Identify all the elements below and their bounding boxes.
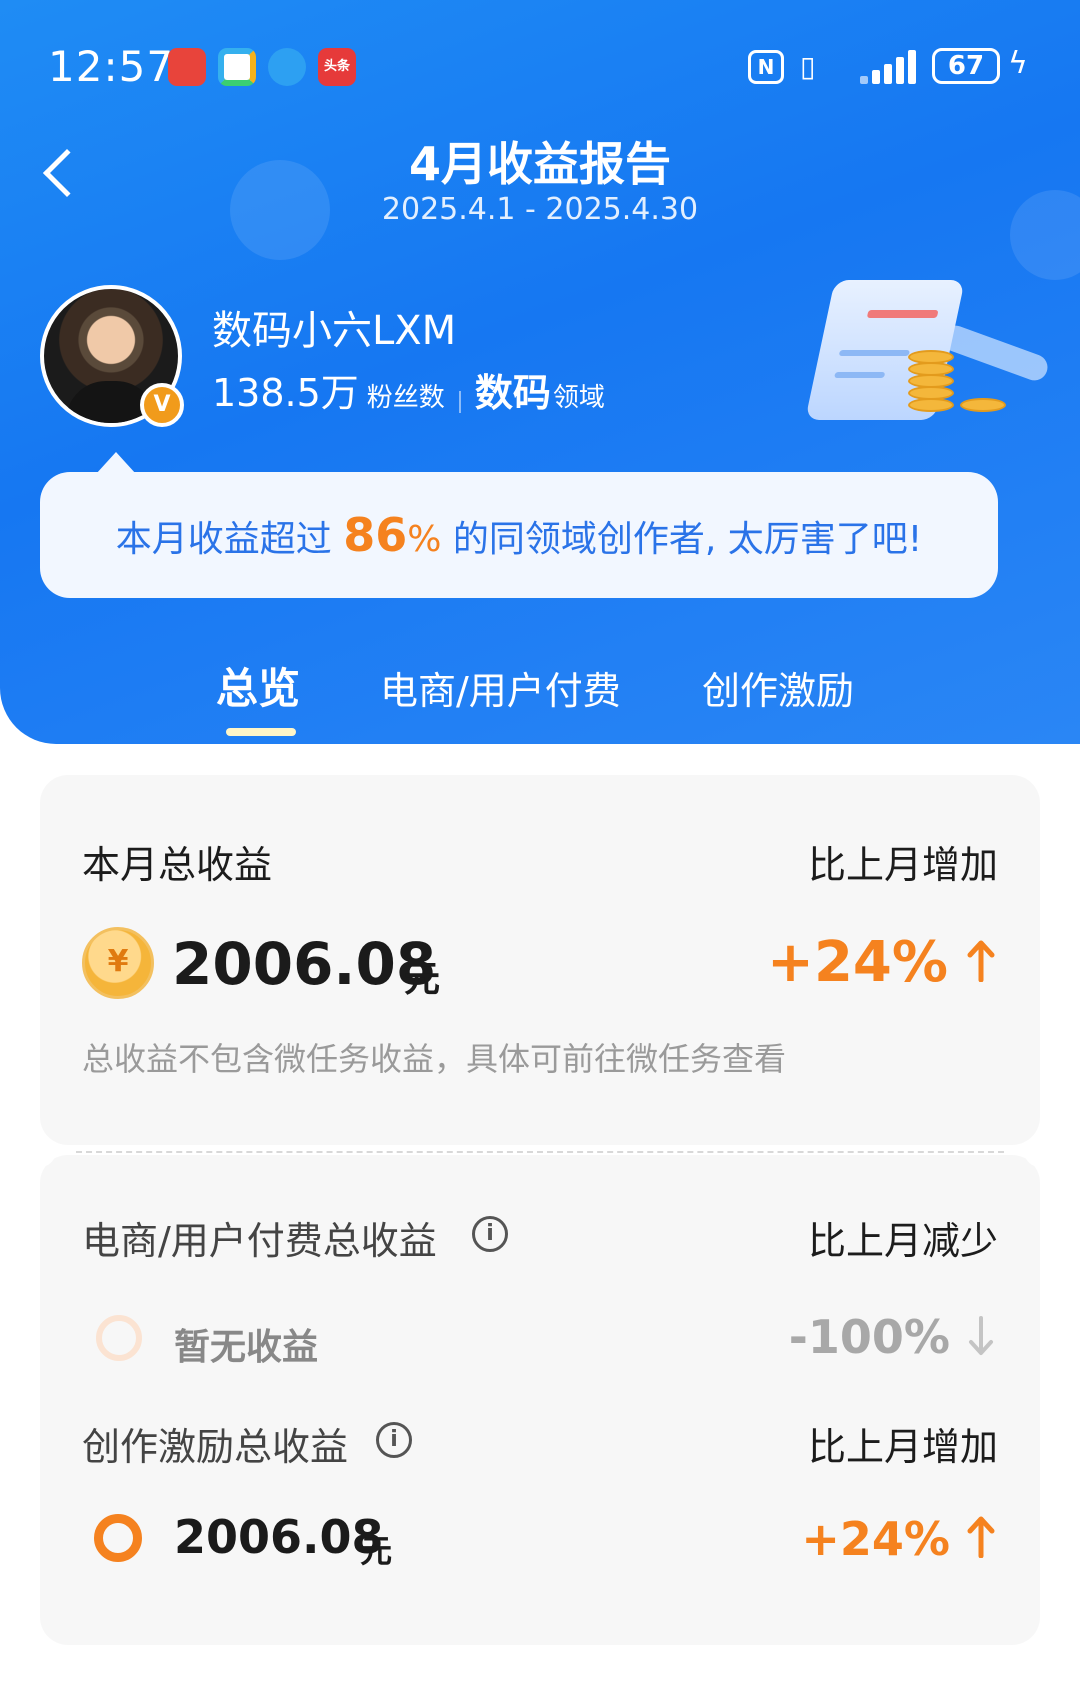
charging-icon: ϟ	[1008, 46, 1028, 81]
total-income-label: 本月总收益	[82, 843, 273, 887]
incentive-income-label: 创作激励总收益	[82, 1425, 349, 1469]
missed-call-icon	[168, 48, 206, 86]
verified-badge-icon: V	[140, 383, 184, 427]
creator-name: 数码小六LXM	[212, 308, 457, 354]
nfc-icon: N	[748, 50, 784, 84]
battery-icon: 67	[932, 48, 1000, 84]
incentive-delta: +24%	[801, 1512, 950, 1566]
tab-ecommerce[interactable]: 电商/用户付费	[380, 660, 621, 715]
receipt-illustration	[790, 280, 1052, 430]
active-tab-indicator	[226, 728, 296, 736]
info-icon[interactable]: i	[472, 1216, 508, 1252]
divider	[76, 1151, 1004, 1153]
domain-label: 领域	[552, 383, 605, 413]
toutiao-icon: 头条	[318, 48, 356, 86]
incentive-compare-label: 比上月增加	[807, 1425, 998, 1469]
total-unit: 元	[404, 959, 441, 1000]
total-delta: +24%	[767, 930, 948, 995]
no-income-text: 暂无收益	[174, 1327, 319, 1368]
app-store-icon	[218, 48, 256, 86]
ranking-percent: 86	[343, 508, 408, 562]
vibrate-icon: ▯	[800, 50, 816, 83]
fans-count: 138.5万	[212, 371, 359, 415]
ecommerce-delta: -100%	[788, 1310, 950, 1364]
creator-stats: 138.5万 粉丝数 数码领域	[212, 362, 605, 417]
status-bar: 12:57 头条 N ▯ 67 ϟ	[0, 38, 1080, 98]
domain-value: 数码	[474, 371, 551, 415]
ecommerce-income-label: 电商/用户付费总收益	[82, 1219, 437, 1263]
arrow-up-icon	[967, 1516, 995, 1558]
incentive-ring-icon	[94, 1514, 142, 1562]
yuan-coin-icon: ¥	[82, 927, 154, 999]
status-time: 12:57	[48, 42, 175, 91]
ranking-text: 本月收益超过 86% 的同领域创作者, 太厉害了吧!	[115, 508, 923, 562]
income-note: 总收益不包含微任务收益，具体可前往微任务查看	[82, 1040, 787, 1078]
incentive-amount: 2006.08	[174, 1510, 384, 1564]
arrow-up-icon	[967, 940, 995, 982]
total-compare-label: 比上月增加	[807, 843, 998, 887]
empty-income-icon	[96, 1315, 142, 1361]
page-title: 4月收益报告	[408, 137, 671, 191]
info-icon[interactable]: i	[376, 1422, 412, 1458]
ecommerce-compare-label: 比上月减少	[807, 1219, 998, 1263]
arrow-down-icon	[969, 1316, 993, 1355]
fans-label: 粉丝数	[366, 383, 445, 413]
date-range: 2025.4.1 - 2025.4.30	[381, 192, 699, 227]
message-icon	[268, 48, 306, 86]
incentive-unit: 元	[360, 1532, 393, 1570]
signal-icon	[860, 50, 920, 84]
tab-overview[interactable]: 总览	[216, 655, 300, 716]
tab-incentive[interactable]: 创作激励	[702, 660, 854, 715]
total-amount: 2006.08	[172, 930, 437, 998]
